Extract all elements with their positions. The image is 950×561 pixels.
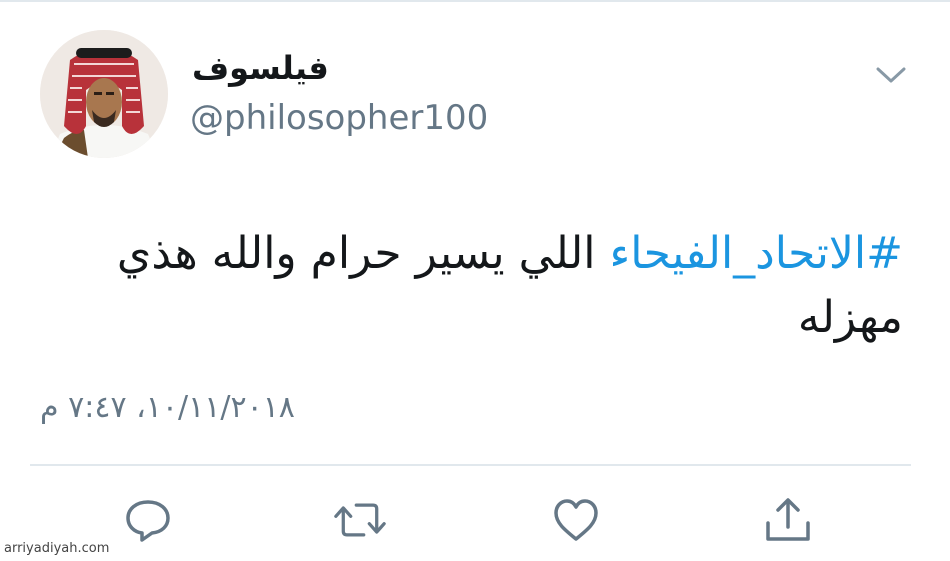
retweet-icon	[334, 503, 386, 537]
display-name[interactable]: فيلسوف	[192, 46, 329, 90]
speech-bubble-icon	[126, 500, 170, 542]
share-icon	[766, 498, 810, 541]
tweet-timestamp[interactable]: ١٠/١١/٢٠١٨، ٧:٤٧ م	[40, 386, 340, 430]
watermark: arriyadiyah.com	[4, 541, 110, 556]
share-button[interactable]	[762, 494, 814, 546]
like-button[interactable]	[550, 494, 602, 546]
hashtag-link[interactable]: #الاتحاد_الفيحاء	[610, 228, 904, 279]
user-handle[interactable]: @philosopher100	[190, 96, 488, 140]
heart-icon	[554, 499, 598, 541]
reply-button[interactable]	[122, 494, 174, 546]
avatar[interactable]	[40, 30, 168, 158]
top-border	[0, 0, 950, 2]
divider	[30, 464, 911, 466]
retweet-button[interactable]	[334, 494, 386, 546]
tweet-text: #الاتحاد_الفيحاء اللي يسير حرام والله هذ…	[60, 222, 903, 350]
chevron-down-icon[interactable]	[872, 60, 910, 90]
